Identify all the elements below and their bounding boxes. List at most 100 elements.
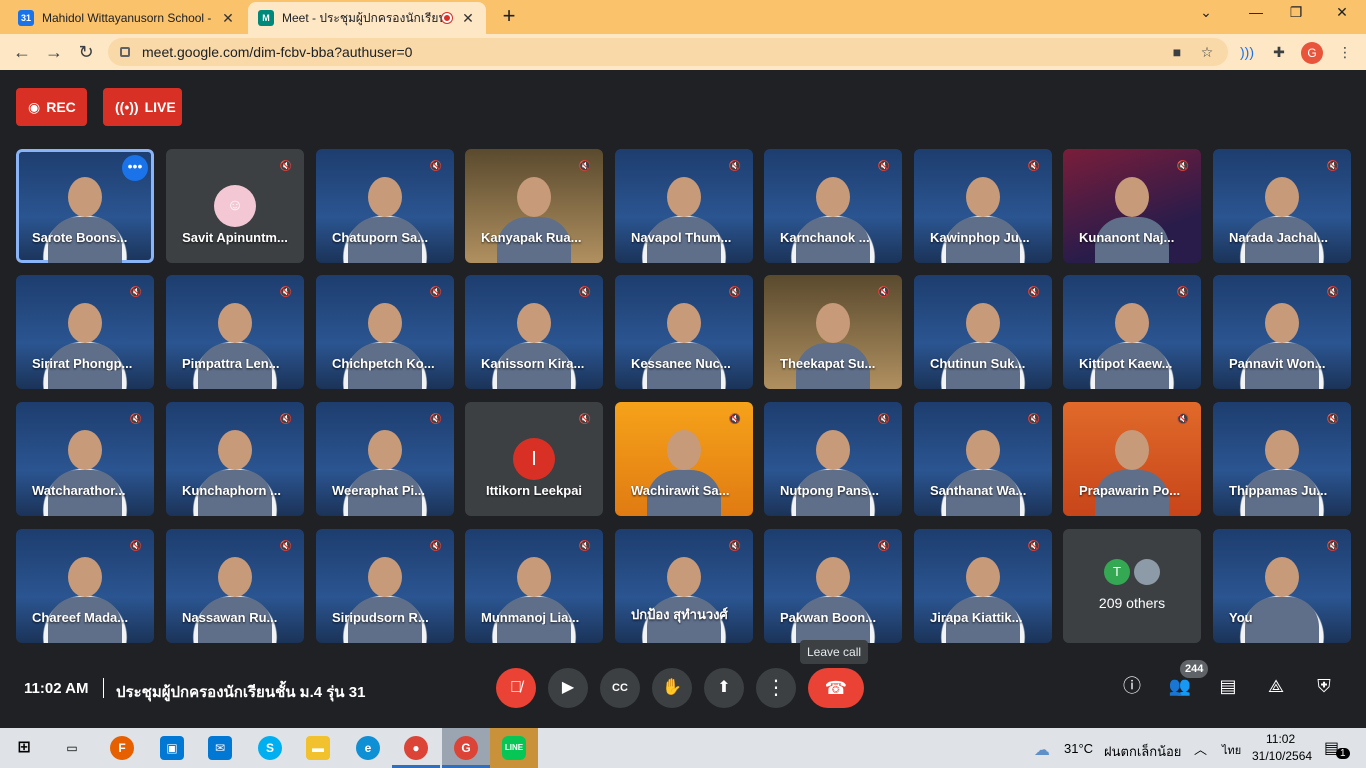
participant-tile[interactable]: 🔇 Kanissorn Kira... bbox=[465, 275, 603, 389]
participant-tile[interactable]: T 209 others bbox=[1063, 529, 1201, 643]
participant-tile[interactable]: 🔇 Chatuporn Sa... bbox=[316, 149, 454, 263]
participant-name: Weeraphat Pi... bbox=[332, 483, 425, 498]
participant-tile[interactable]: 🔇 Kawinphop Ju... bbox=[914, 149, 1052, 263]
participant-tile[interactable]: 🔇 Kittipot Kaew... bbox=[1063, 275, 1201, 389]
url-omnibox[interactable]: meet.google.com/dim-fcbv-bba?authuser=0 bbox=[108, 38, 1228, 66]
participant-tile[interactable]: 🔇 Pakwan Boon... bbox=[764, 529, 902, 643]
present-screen-button[interactable]: ⬆ bbox=[704, 668, 744, 708]
participant-tile[interactable]: 🔇 Narada Jachal... bbox=[1213, 149, 1351, 263]
participant-tile[interactable]: 🔇 Theekapat Su... bbox=[764, 275, 902, 389]
camera-button[interactable]: ▶ bbox=[548, 668, 588, 708]
participant-tile[interactable]: ••• Sarote Boons... bbox=[16, 149, 154, 263]
chrome-icon[interactable]: ● bbox=[404, 736, 428, 760]
more-options-button[interactable]: ⋮ bbox=[756, 668, 796, 708]
mic-off-icon: 🔇 bbox=[429, 287, 443, 298]
participant-tile[interactable]: 🔇 ปกป้อง สุทำนวงศ์ bbox=[615, 529, 753, 643]
participant-tile[interactable]: 🔇 Karnchanok ... bbox=[764, 149, 902, 263]
more-options-icon[interactable]: ••• bbox=[122, 155, 148, 181]
participant-tile[interactable]: 🔇 Kunchaphorn ... bbox=[166, 402, 304, 516]
extensions-puzzle-icon[interactable]: ✚ bbox=[1270, 43, 1288, 61]
back-arrow-icon[interactable]: ← bbox=[10, 40, 34, 64]
tab-search-icon[interactable]: ⌄ bbox=[1186, 4, 1226, 21]
participant-tile[interactable]: 🔇 Sirirat Phongp... bbox=[16, 275, 154, 389]
forward-arrow-icon[interactable]: → bbox=[42, 40, 66, 64]
chat-icon[interactable]: ▤ bbox=[1216, 674, 1240, 698]
tray-clock-date[interactable]: 31/10/2564 bbox=[1252, 749, 1312, 763]
mic-off-icon: 🔇 bbox=[1027, 161, 1041, 172]
participant-tile[interactable]: 🔇 Prapawarin Po... bbox=[1063, 402, 1201, 516]
participant-name: Munmanoj Lia... bbox=[481, 610, 580, 625]
participant-name: Chatuporn Sa... bbox=[332, 230, 429, 245]
participant-tile[interactable]: 🔇 Watcharathor... bbox=[16, 402, 154, 516]
participant-tile[interactable]: ☺ 🔇 Savit Apinuntm... bbox=[166, 149, 304, 263]
chrome-profile-icon[interactable]: G bbox=[454, 736, 478, 760]
participant-tile[interactable]: 🔇 You bbox=[1213, 529, 1351, 643]
participant-tile[interactable]: I 🔇 Ittikorn Leekpai bbox=[465, 402, 603, 516]
mic-muted-button[interactable]: 🎙̸ bbox=[496, 668, 536, 708]
participant-tile[interactable]: 🔇 Wachirawit Sa... bbox=[615, 402, 753, 516]
participant-tile[interactable]: 🔇 Munmanoj Lia... bbox=[465, 529, 603, 643]
participant-tile[interactable]: 🔇 Weeraphat Pi... bbox=[316, 402, 454, 516]
participant-tile[interactable]: 🔇 Siripudsorn R... bbox=[316, 529, 454, 643]
participant-tile[interactable]: 🔇 Nassawan Ru... bbox=[166, 529, 304, 643]
close-window-button[interactable]: ✕ bbox=[1322, 4, 1362, 21]
host-controls-shield-icon[interactable]: ⛨ bbox=[1312, 674, 1336, 698]
participant-tile[interactable]: 🔇 Chareef Mada... bbox=[16, 529, 154, 643]
bookmark-star-icon[interactable]: ☆ bbox=[1198, 43, 1216, 61]
tab-mahidol[interactable]: 31 Mahidol Wittayanusorn School - ✕ bbox=[8, 2, 246, 34]
participant-tile[interactable]: 🔇 Kunanont Naj... bbox=[1063, 149, 1201, 263]
tray-overflow-chevron-icon[interactable]: ︿ bbox=[1194, 739, 1207, 758]
extension-broadcast-icon[interactable]: ))) bbox=[1238, 43, 1256, 61]
participant-video bbox=[198, 430, 272, 516]
participant-video bbox=[497, 177, 571, 263]
close-tab-icon[interactable]: ✕ bbox=[220, 10, 236, 27]
firefox-icon[interactable]: F bbox=[110, 736, 134, 760]
avatar: ☺ bbox=[214, 185, 256, 227]
browser-menu-icon[interactable]: ⋮ bbox=[1336, 43, 1354, 61]
weather-temp[interactable]: 31°C bbox=[1064, 741, 1093, 756]
line-app-icon[interactable]: LINE bbox=[502, 736, 526, 760]
weather-cloud-icon: ☁ bbox=[1034, 742, 1050, 759]
raise-hand-button[interactable]: ✋ bbox=[652, 668, 692, 708]
leave-call-button[interactable]: ☎ bbox=[808, 668, 864, 708]
participant-tile[interactable]: 🔇 Nutpong Pans... bbox=[764, 402, 902, 516]
windows-start-icon[interactable]: ⊞ bbox=[12, 736, 36, 760]
participant-tile[interactable]: 🔇 Pimpattra Len... bbox=[166, 275, 304, 389]
file-explorer-icon[interactable]: ▬ bbox=[306, 736, 330, 760]
store-icon[interactable]: ▣ bbox=[160, 736, 184, 760]
recording-button[interactable]: ◉ REC bbox=[16, 88, 87, 126]
others-count: 209 others bbox=[1098, 595, 1166, 611]
minimize-button[interactable]: — bbox=[1236, 4, 1276, 20]
participant-tile[interactable]: 🔇 Chichpetch Ko... bbox=[316, 275, 454, 389]
activities-icon[interactable]: ⟁ bbox=[1264, 674, 1288, 698]
captions-button[interactable]: CC bbox=[600, 668, 640, 708]
meeting-details-info-icon[interactable]: ⓘ bbox=[1120, 674, 1144, 698]
tray-clock-time[interactable]: 11:02 bbox=[1266, 732, 1295, 746]
close-tab-icon[interactable]: ✕ bbox=[460, 10, 476, 27]
live-stream-button[interactable]: ((•)) LIVE bbox=[103, 88, 182, 126]
mic-off-icon: 🔇 bbox=[877, 541, 891, 552]
skype-icon[interactable]: S bbox=[258, 736, 282, 760]
reload-icon[interactable]: ↻ bbox=[74, 40, 98, 64]
participant-tile[interactable]: 🔇 Thippamas Ju... bbox=[1213, 402, 1351, 516]
mic-off-icon: 🔇 bbox=[877, 414, 891, 425]
new-tab-button[interactable]: + bbox=[498, 5, 520, 27]
mail-icon[interactable]: ✉ bbox=[208, 736, 232, 760]
input-language[interactable]: ไทย bbox=[1222, 741, 1241, 759]
tab-meet[interactable]: M Meet - ประชุมผู้ปกครองนักเรียน ✕ bbox=[248, 2, 486, 34]
edge-icon[interactable]: e bbox=[356, 736, 380, 760]
profile-avatar[interactable]: G bbox=[1301, 42, 1323, 64]
participant-tile[interactable]: 🔇 Kessanee Nuc... bbox=[615, 275, 753, 389]
mic-off-icon: 🔇 bbox=[1027, 287, 1041, 298]
weather-description[interactable]: ฝนตกเล็กน้อย bbox=[1104, 741, 1181, 762]
participant-tile[interactable]: 🔇 Chutinun Suk... bbox=[914, 275, 1052, 389]
participant-tile[interactable]: 🔇 Navapol Thum... bbox=[615, 149, 753, 263]
participant-tile[interactable]: 🔇 Kanyapak Rua... bbox=[465, 149, 603, 263]
task-view-icon[interactable]: ▭ bbox=[60, 736, 84, 760]
participant-tile[interactable]: 🔇 Pannavit Won... bbox=[1213, 275, 1351, 389]
maximize-button[interactable]: ❐ bbox=[1276, 4, 1316, 21]
participant-name: Ittikorn Leekpai bbox=[485, 483, 583, 498]
camera-in-use-icon[interactable]: ■ bbox=[1168, 43, 1186, 61]
participant-tile[interactable]: 🔇 Santhanat Wa... bbox=[914, 402, 1052, 516]
participant-tile[interactable]: 🔇 Jirapa Kiattik... bbox=[914, 529, 1052, 643]
